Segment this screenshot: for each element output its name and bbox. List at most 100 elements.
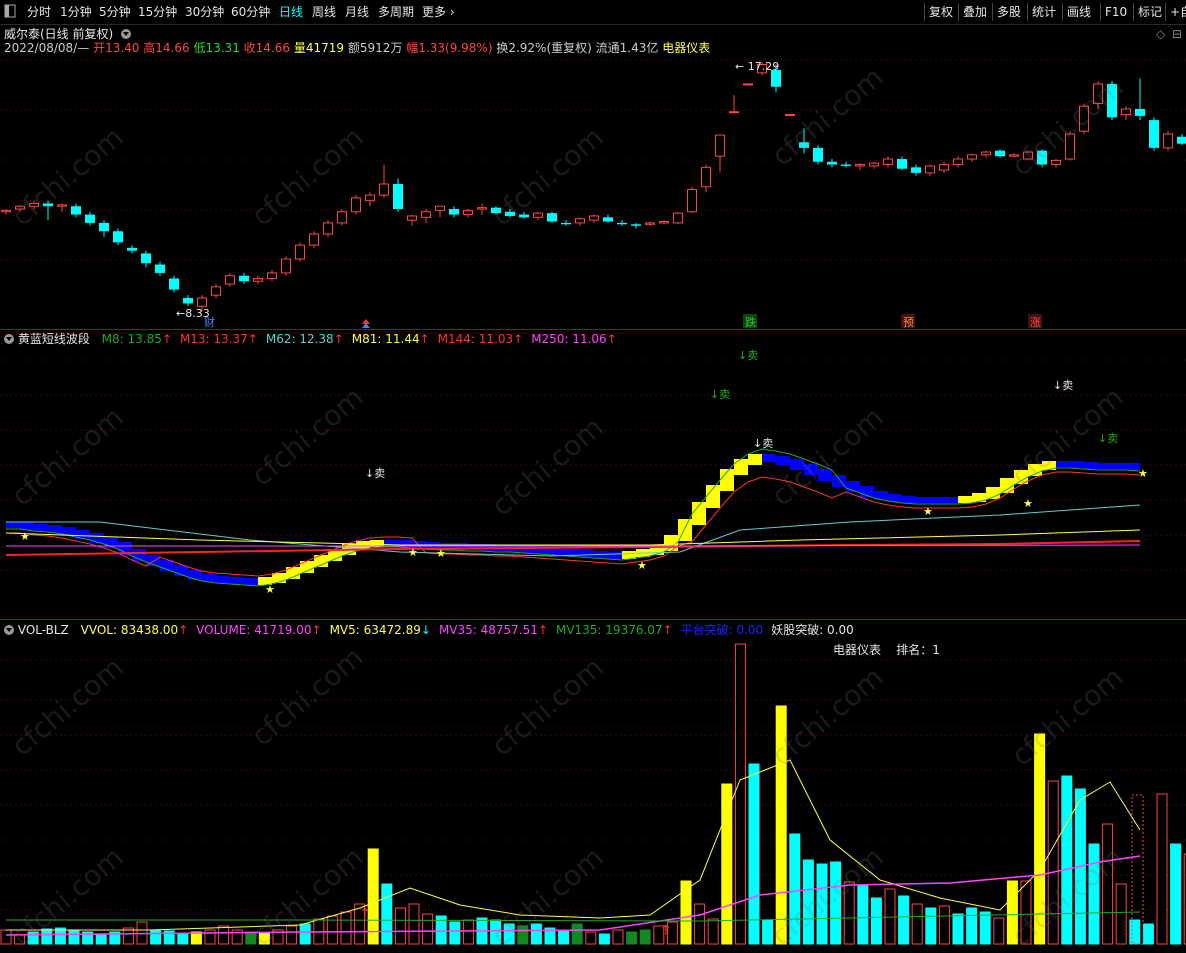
candle-body: [813, 147, 823, 162]
band-segment: [1070, 461, 1084, 468]
up-arrow-icon: ↑: [178, 623, 189, 637]
volume-bar: [381, 883, 393, 945]
volume-bar: [1115, 883, 1127, 945]
star-icon: ★: [923, 505, 933, 518]
candle-body: [463, 209, 473, 216]
up-arrow-icon: ↑: [333, 332, 344, 346]
volume-bar: [898, 895, 910, 945]
candle-body: [253, 277, 263, 282]
candle-body: [379, 183, 389, 196]
volume-bar: [204, 929, 216, 945]
candle-body: [911, 167, 921, 173]
candle-body: [1051, 159, 1061, 166]
star-icon: ★: [1138, 467, 1148, 480]
volume-bar: [938, 905, 950, 945]
up-arrow-icon: ↑: [660, 923, 672, 939]
candle-body: [113, 231, 123, 243]
candle-body: [309, 233, 319, 246]
candle-body: [897, 158, 907, 169]
band-segment: [944, 497, 958, 503]
volume-bar: [394, 907, 406, 945]
volume-bar: [884, 888, 896, 945]
candle-body: [659, 221, 669, 224]
candle-body: [281, 258, 291, 274]
band-segment: [762, 454, 776, 462]
candle-body: [617, 222, 627, 225]
band-segment: [930, 497, 944, 503]
candle-body: [449, 209, 459, 215]
candle-body: [869, 162, 879, 167]
candle-body: [337, 211, 347, 224]
sell-signal-0: ↓卖: [365, 467, 385, 480]
indicator-value-4: M144: 11.03: [437, 332, 514, 346]
indicator-value-3: M81: 11.44: [351, 332, 420, 346]
candle-body: [701, 166, 711, 188]
event-marker-2: 预: [903, 316, 914, 329]
volume-bar: [857, 885, 869, 945]
candle-body: [883, 158, 893, 166]
sell-signal-2: ↓卖: [738, 349, 758, 362]
band-segment: [244, 578, 258, 585]
indicator-value-2: M62: 12.38: [265, 332, 334, 346]
m81-line: [5, 529, 1141, 546]
event-marker-3: 涨: [1030, 316, 1041, 329]
indicator-header: 黄蓝短线波段 M8: 13.85↑ M13: 13.37↑ M62: 12.38↑ M…: [4, 331, 617, 347]
candle-body: [239, 275, 249, 282]
volume-bar: [367, 848, 379, 945]
band-segment: [1112, 463, 1126, 469]
event-marker-1: 跌: [745, 315, 756, 329]
candle-body: [71, 206, 81, 215]
volume-bar: [870, 897, 882, 945]
candle-body: [323, 222, 333, 235]
star-icon: ★: [436, 547, 446, 560]
up-arrow-icon: ↑: [537, 623, 548, 637]
candle-body: [267, 272, 277, 279]
volume-bar: [68, 929, 80, 945]
candle-body: [155, 264, 165, 273]
candle-body: [729, 111, 739, 114]
candle-body: [1177, 136, 1186, 144]
band-segment: [34, 524, 48, 531]
max-price-label: ← 17.29: [735, 60, 779, 73]
candle-body: [141, 253, 151, 264]
down-arrow-icon: ↓: [420, 623, 431, 637]
star-icon: ★: [20, 530, 30, 543]
candle-body: [939, 164, 949, 171]
volume-bar: [707, 918, 719, 945]
star-icon: ★: [1023, 497, 1033, 510]
volume-bar: [748, 763, 760, 945]
band-segment: [958, 496, 972, 503]
panel-divider[interactable]: [0, 619, 1186, 620]
candle-body: [127, 247, 137, 251]
candle-body: [575, 218, 585, 224]
volume-bar: [1170, 843, 1182, 945]
candle-body: [225, 275, 235, 285]
panel-divider[interactable]: [0, 329, 1186, 330]
dropdown-icon[interactable]: [4, 625, 14, 635]
indicator-value-5: M250: 11.06: [531, 332, 607, 346]
candle-body: [841, 164, 851, 166]
volume-bar: [626, 931, 638, 945]
volume-bar: [340, 911, 352, 945]
band-segment: [216, 576, 230, 583]
volume-bar: [680, 880, 692, 945]
volume-bar: [95, 933, 107, 945]
volume-bar: [993, 917, 1005, 945]
volume-value-0: VVOL: 83438.00: [80, 623, 179, 637]
volume-bar: [1156, 793, 1168, 945]
volume-value-6: 妖股突破: 0.00: [771, 623, 854, 637]
up-arrow-icon: ↑: [311, 623, 322, 637]
up-arrow-icon: ↑: [247, 332, 258, 346]
dropdown-icon[interactable]: [4, 334, 14, 344]
candle-body: [855, 164, 865, 167]
volume-header: VOL-BLZ VVOL: 83438.00↑ VOLUME: 41719.00↑…: [4, 622, 854, 638]
candle-body: [183, 297, 193, 304]
up-arrow-icon: ↑: [662, 623, 673, 637]
band-segment: [608, 552, 622, 559]
candle-body: [547, 213, 557, 222]
volume-bar: [979, 911, 991, 945]
candle-body: [365, 194, 375, 202]
candle-body: [953, 158, 963, 166]
candle-body: [967, 154, 977, 160]
up-arrow-icon: ↑: [359, 906, 371, 922]
